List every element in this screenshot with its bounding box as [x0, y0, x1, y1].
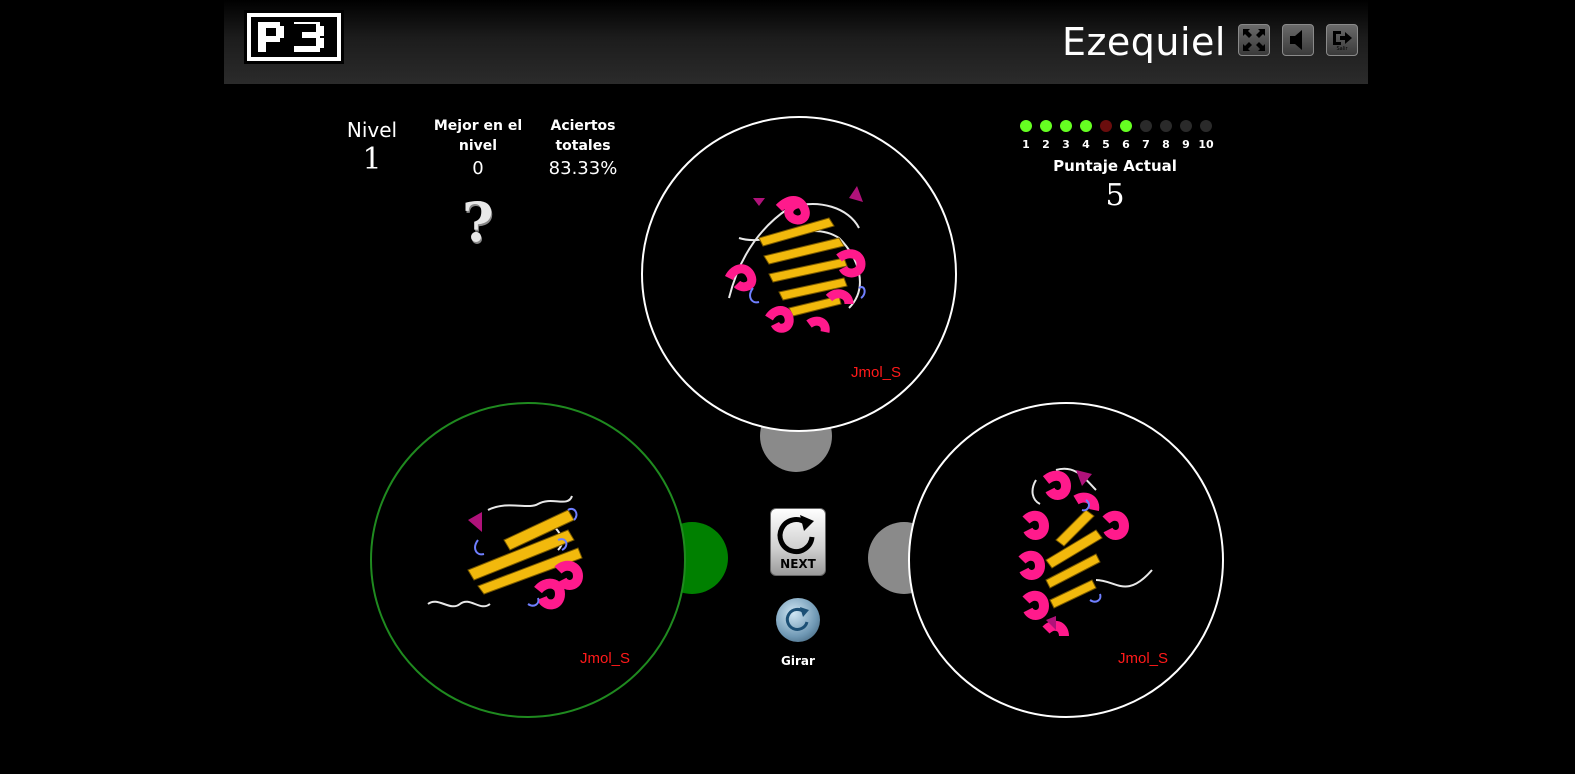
exit-icon — [1333, 30, 1352, 45]
level-label: Nivel — [346, 118, 398, 142]
protein-viewer-left[interactable]: Jmol_S — [370, 402, 686, 718]
score-dot-number: 3 — [1062, 138, 1070, 151]
score-dot-correct — [1120, 120, 1132, 132]
jmol-label-right: Jmol_S — [1118, 650, 1169, 667]
score-value: 5 — [1105, 178, 1125, 213]
rotate-icon — [785, 607, 809, 631]
score-dot-number: 1 — [1022, 138, 1030, 151]
score-dot-pending — [1140, 120, 1152, 132]
exit-label: Salir — [1336, 45, 1348, 52]
score-dot-correct — [1060, 120, 1072, 132]
score-stat: Puntaje Actual 5 — [1050, 156, 1180, 213]
score-dot-number: 2 — [1042, 138, 1050, 151]
best-stat: Mejor en el nivel 0 — [432, 116, 524, 179]
next-label: NEXT — [780, 557, 816, 571]
spin-label: Girar — [781, 654, 815, 668]
fullscreen-icon — [1243, 29, 1265, 51]
score-dot-correct — [1080, 120, 1092, 132]
score-label: Puntaje Actual — [1053, 157, 1177, 175]
sound-button[interactable] — [1282, 24, 1314, 56]
protein-structure-image — [427, 495, 584, 610]
score-dot-pending — [1160, 120, 1172, 132]
protein-structure-image — [724, 186, 866, 333]
score-dot-number: 8 — [1162, 138, 1170, 151]
spin-button[interactable] — [776, 598, 820, 642]
jmol-label-left: Jmol_S — [580, 650, 631, 667]
next-button[interactable]: NEXT — [770, 508, 826, 576]
score-dot-number: 7 — [1142, 138, 1150, 151]
level-stat: Nivel 1 — [340, 118, 404, 177]
hits-value: 83.33% — [548, 158, 618, 179]
best-value: 0 — [472, 158, 484, 179]
score-dot-wrong — [1100, 120, 1112, 132]
hits-stat: Aciertos totales 83.33% — [540, 116, 626, 179]
refresh-arrow-icon — [777, 515, 815, 555]
protein-viewer-right[interactable]: Jmol_S — [908, 402, 1224, 718]
top-bar: Ezequiel Salir — [224, 0, 1368, 84]
jmol-label-top: Jmol_S — [851, 364, 902, 381]
exit-button[interactable]: Salir — [1326, 24, 1358, 56]
score-dot-pending — [1200, 120, 1212, 132]
level-value: 1 — [362, 142, 382, 177]
speaker-icon — [1290, 30, 1302, 50]
protein-viewer-top[interactable]: Jmol_S — [641, 116, 957, 432]
fullscreen-button[interactable] — [1238, 24, 1270, 56]
score-dot-correct — [1040, 120, 1052, 132]
score-dot-pending — [1180, 120, 1192, 132]
help-question-icon[interactable]: ? — [462, 190, 494, 254]
best-label: Mejor en el nivel — [433, 118, 523, 154]
score-dot-number: 9 — [1182, 138, 1190, 151]
score-dot-number: 6 — [1122, 138, 1130, 151]
p3-logo[interactable] — [244, 10, 344, 64]
user-name: Ezequiel — [1061, 20, 1226, 64]
score-dot-correct — [1020, 120, 1032, 132]
score-dot-number: 5 — [1102, 138, 1110, 151]
protein-structure-image — [1018, 467, 1153, 637]
score-dot-number: 4 — [1082, 138, 1090, 151]
hits-label: Aciertos totales — [550, 118, 616, 154]
score-dot-number: 10 — [1198, 138, 1214, 151]
